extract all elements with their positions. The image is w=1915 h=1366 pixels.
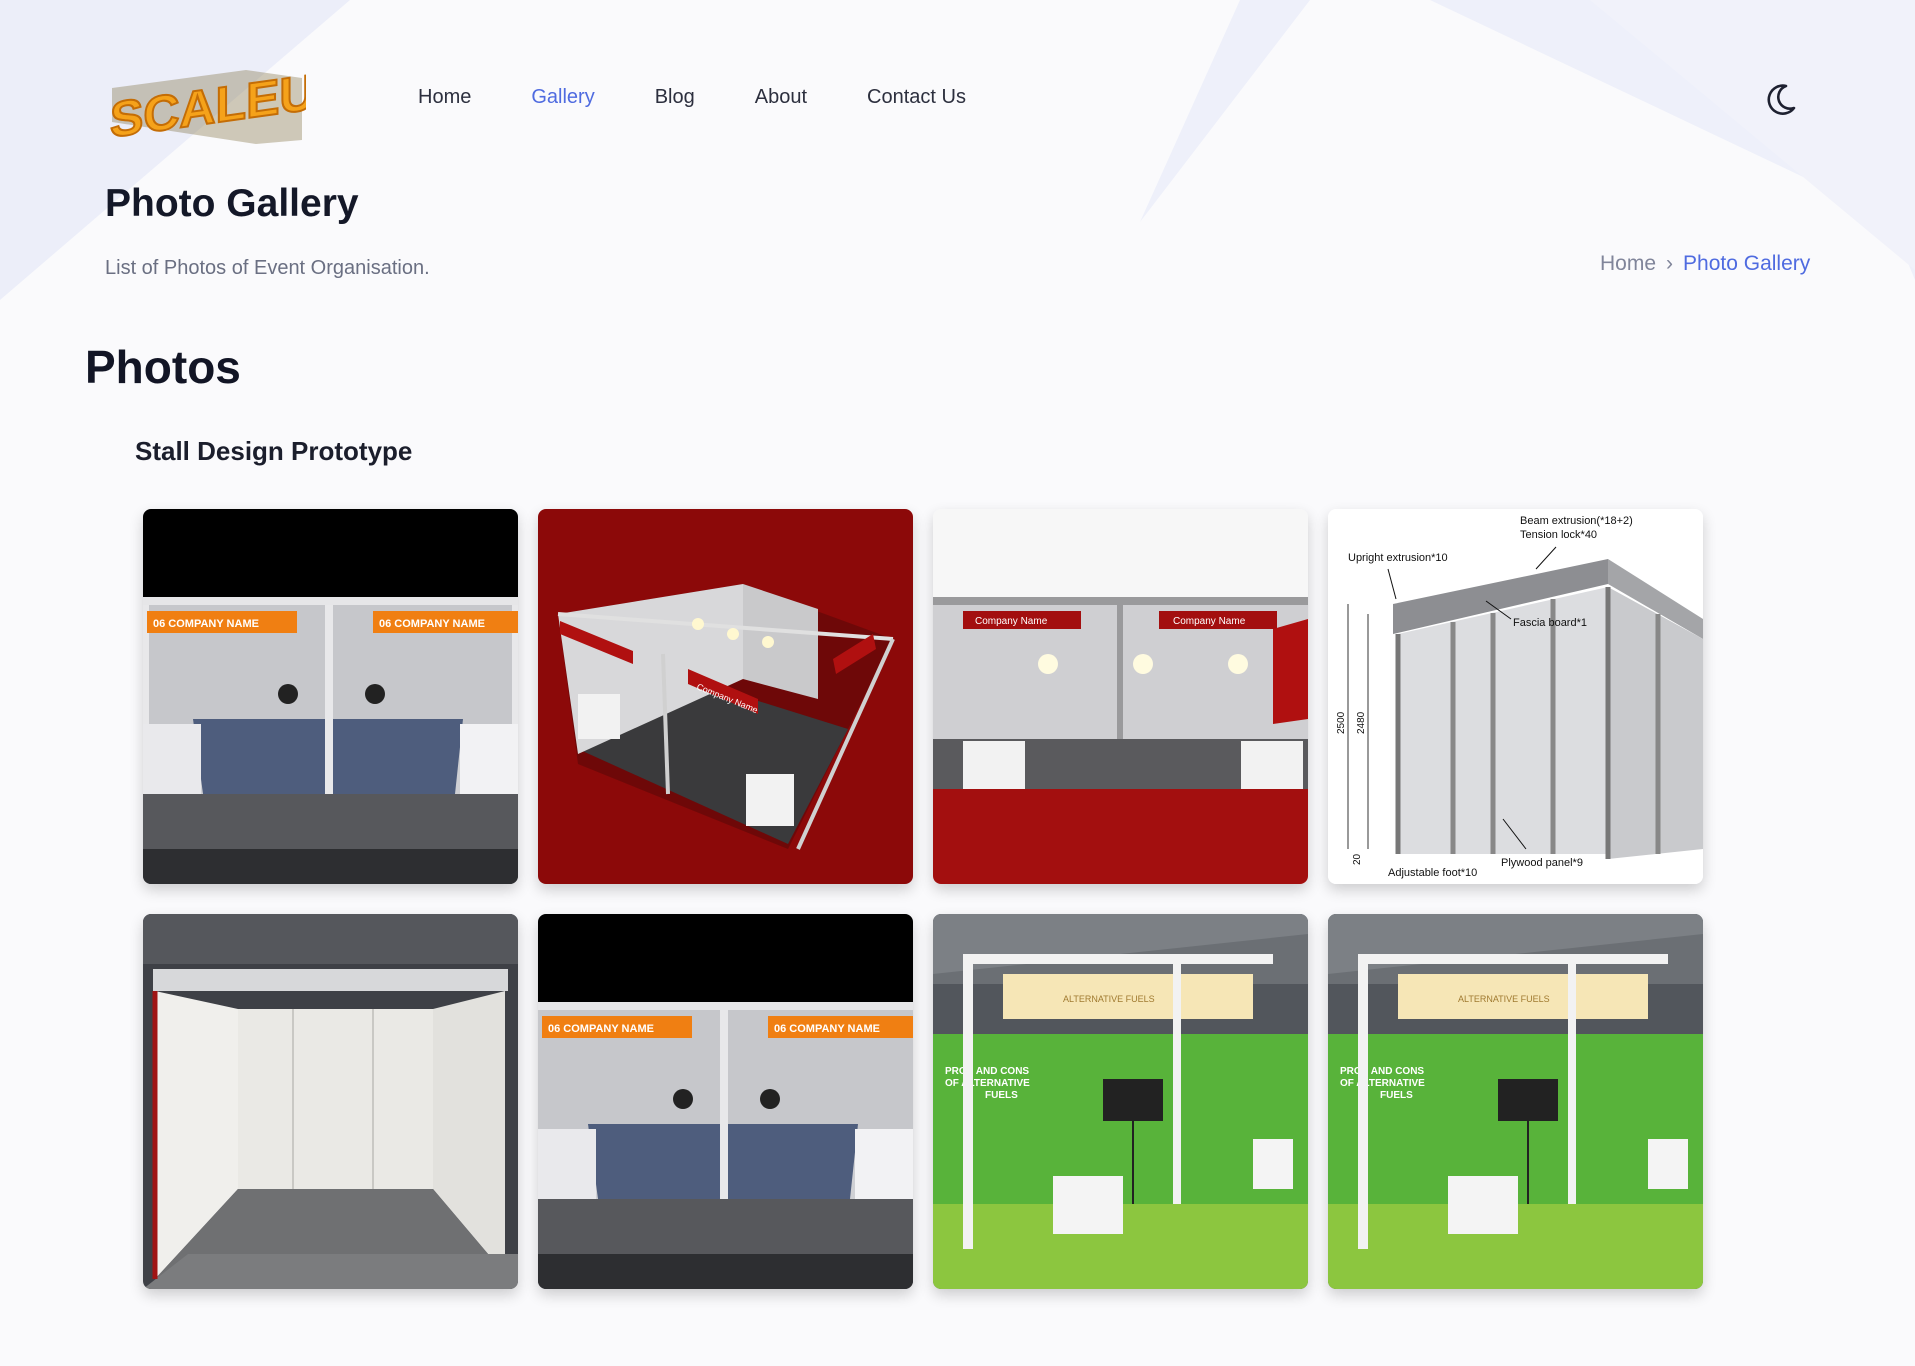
gallery-photo[interactable]: 06 COMPANY NAME 06 COMPANY NAME (538, 914, 913, 1289)
photo-grid: 06 COMPANY NAME 06 COMPANY NAME Company … (143, 509, 1705, 1289)
nav-home[interactable]: Home (418, 86, 471, 109)
site-header: SCALEUP Home Gallery Blog About Contact … (0, 0, 1915, 180)
svg-text:06 COMPANY NAME: 06 COMPANY NAME (774, 1023, 880, 1035)
svg-text:FUELS: FUELS (985, 1090, 1018, 1101)
gallery-photo[interactable]: Company Name Company Name (933, 509, 1308, 884)
svg-text:Beam extrusion(*18+2): Beam extrusion(*18+2) (1520, 515, 1633, 527)
stall-front-red-image: Company Name Company Name (933, 509, 1308, 884)
svg-text:06 COMPANY NAME: 06 COMPANY NAME (548, 1023, 654, 1035)
svg-text:2480: 2480 (1356, 711, 1367, 734)
stall-diagram-image: Beam extrusion(*18+2) Tension lock*40 Up… (1328, 509, 1703, 884)
svg-text:OF ALTERNATIVE: OF ALTERNATIVE (945, 1078, 1030, 1089)
green-booth-photo: ALTERNATIVE FUELS PROS AND CONS OF ALTER… (1328, 914, 1703, 1289)
svg-text:Company Name: Company Name (975, 616, 1048, 627)
svg-text:OF ALTERNATIVE: OF ALTERNATIVE (1340, 1078, 1425, 1089)
moon-icon (1767, 84, 1796, 115)
svg-text:20: 20 (1352, 853, 1363, 865)
page-subtitle: List of Photos of Event Organisation. (105, 257, 430, 279)
breadcrumb-current: Photo Gallery (1683, 252, 1811, 275)
svg-text:FUELS: FUELS (1380, 1090, 1413, 1101)
nav-contact-us[interactable]: Contact Us (867, 86, 966, 109)
green-booth-photo: ALTERNATIVE FUELS PROS AND CONS OF ALTER… (933, 914, 1308, 1289)
page-title: Photo Gallery (105, 182, 359, 225)
svg-text:PROS AND CONS: PROS AND CONS (1340, 1066, 1424, 1077)
breadcrumb-home[interactable]: Home (1600, 252, 1656, 276)
scaleup-logo[interactable]: SCALEUP (106, 48, 350, 149)
gallery-photo[interactable]: Company Name (538, 509, 913, 884)
svg-text:ALTERNATIVE FUELS: ALTERNATIVE FUELS (1458, 994, 1550, 1004)
svg-text:06 COMPANY NAME: 06 COMPANY NAME (153, 618, 259, 630)
theme-toggle-button[interactable] (1762, 82, 1798, 118)
svg-text:ALTERNATIVE FUELS: ALTERNATIVE FUELS (1063, 994, 1155, 1004)
logo-mark: SCALEUP (109, 58, 350, 149)
svg-text:06 COMPANY NAME: 06 COMPANY NAME (379, 618, 485, 630)
svg-text:Fascia board*1: Fascia board*1 (1513, 617, 1587, 629)
gallery-photo[interactable] (143, 914, 518, 1289)
breadcrumb: Home › Photo Gallery (1600, 252, 1810, 276)
nav-gallery[interactable]: Gallery (531, 86, 594, 109)
gallery-photo[interactable]: 06 COMPANY NAME 06 COMPANY NAME (143, 509, 518, 884)
stall-render-image: 06 COMPANY NAME 06 COMPANY NAME (143, 509, 518, 884)
main-nav: Home Gallery Blog About Contact Us (418, 86, 966, 109)
album-title: Stall Design Prototype (135, 436, 413, 466)
section-title: Photos (85, 341, 241, 393)
gallery-photo[interactable]: ALTERNATIVE FUELS PROS AND CONS OF ALTER… (1328, 914, 1703, 1289)
nav-blog[interactable]: Blog (655, 86, 695, 109)
chevron-right-icon: › (1666, 252, 1674, 275)
svg-text:2500: 2500 (1336, 711, 1347, 734)
gallery-photo[interactable]: ALTERNATIVE FUELS PROS AND CONS OF ALTER… (933, 914, 1308, 1289)
nav-about[interactable]: About (755, 86, 807, 109)
stall-render-image: 06 COMPANY NAME 06 COMPANY NAME (538, 914, 913, 1289)
svg-text:PROS AND CONS: PROS AND CONS (945, 1066, 1029, 1077)
svg-text:Upright extrusion*10: Upright extrusion*10 (1348, 552, 1448, 564)
svg-text:Tension lock*40: Tension lock*40 (1520, 529, 1597, 541)
svg-text:Company Name: Company Name (1173, 616, 1246, 627)
white-booth-photo (143, 914, 518, 1289)
stall-iso-red-image: Company Name (538, 509, 913, 884)
gallery-photo[interactable]: Beam extrusion(*18+2) Tension lock*40 Up… (1328, 509, 1703, 884)
svg-text:Adjustable foot*10: Adjustable foot*10 (1388, 867, 1477, 879)
svg-text:Plywood panel*9: Plywood panel*9 (1501, 857, 1583, 869)
